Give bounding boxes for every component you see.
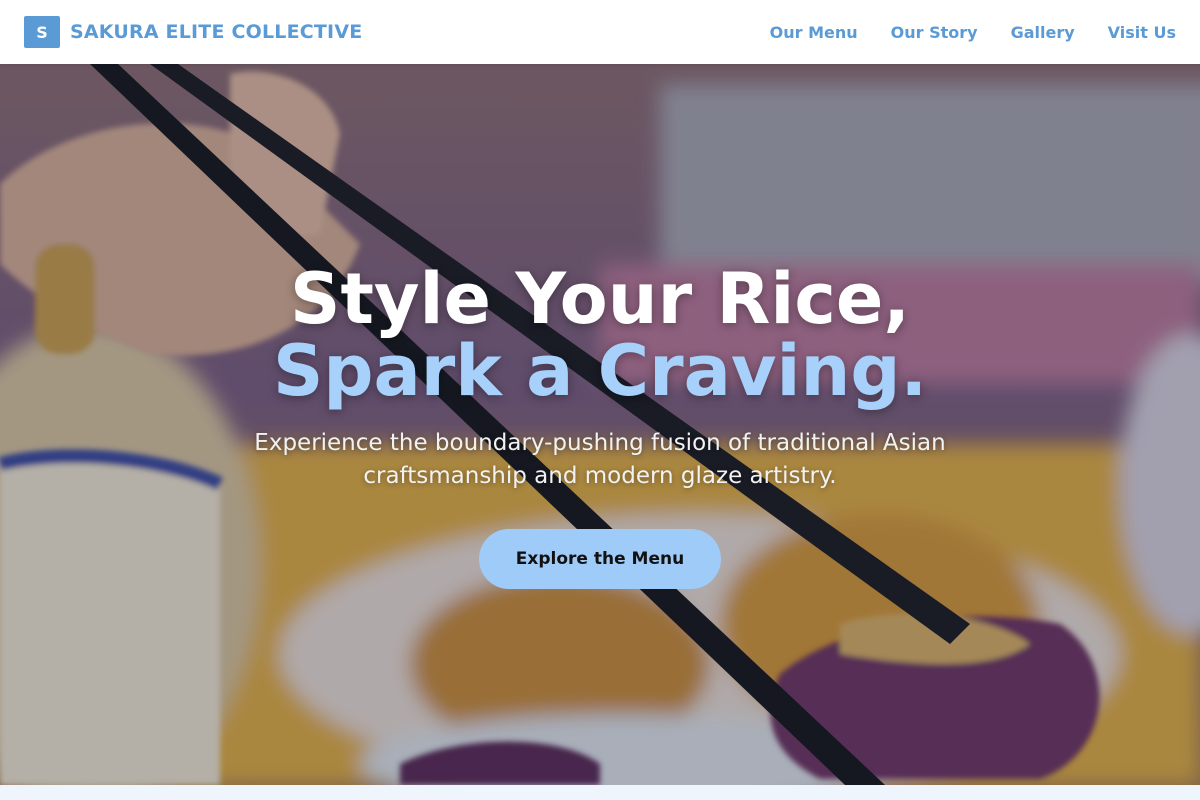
- nav-our-menu[interactable]: Our Menu: [770, 23, 858, 42]
- hero-content: Style Your Rice, Spark a Craving. Experi…: [0, 64, 1200, 785]
- nav-gallery[interactable]: Gallery: [1011, 23, 1075, 42]
- next-section-edge: [0, 785, 1200, 800]
- main-nav: Our Menu Our Story Gallery Visit Us: [770, 23, 1176, 42]
- hero-headline-line2: Spark a Craving.: [272, 330, 928, 412]
- nav-visit-us[interactable]: Visit Us: [1108, 23, 1176, 42]
- hero-headline-line1: Style Your Rice,: [290, 258, 910, 340]
- nav-our-story[interactable]: Our Story: [891, 23, 978, 42]
- hero-section: Style Your Rice, Spark a Craving. Experi…: [0, 64, 1200, 785]
- logo-icon: S: [24, 16, 60, 48]
- site-header: S SAKURA ELITE COLLECTIVE Our Menu Our S…: [0, 0, 1200, 64]
- hero-subtitle: Experience the boundary-pushing fusion o…: [254, 430, 946, 489]
- brand-logo-link[interactable]: S SAKURA ELITE COLLECTIVE: [24, 16, 362, 48]
- explore-menu-button[interactable]: Explore the Menu: [479, 529, 721, 589]
- brand-name: SAKURA ELITE COLLECTIVE: [70, 21, 363, 43]
